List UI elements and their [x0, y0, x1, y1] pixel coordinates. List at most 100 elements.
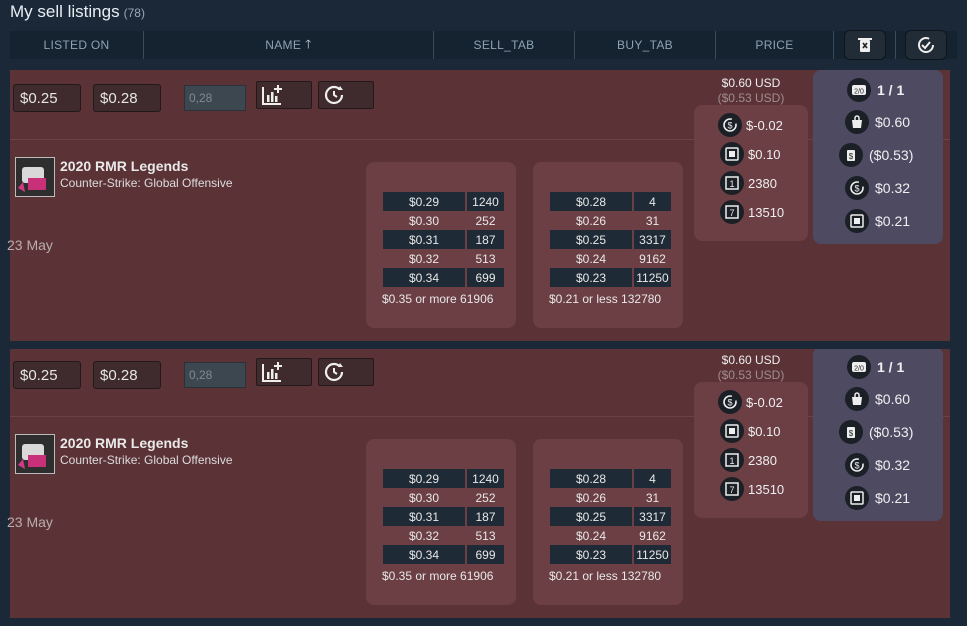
listed-date: 23 May: [7, 514, 53, 530]
price-usd-net: ($0.53 USD): [696, 91, 806, 105]
stat-diff-value: $-0.02: [746, 394, 783, 410]
listing-row: $0.25 $0.28 0,28 Remove 2020 RMR Legends…: [7, 70, 950, 341]
orderbook-quantity: 699: [467, 545, 504, 564]
orderbook-price: $0.32: [408, 251, 440, 266]
price-suggest-high-button[interactable]: $0.28: [93, 361, 161, 389]
orderbook-quantity: 9162: [639, 251, 666, 266]
listed-date-text: 23 May: [7, 237, 53, 253]
summary-min-value: $0.21: [875, 213, 911, 229]
buy-less-text: $0.21 or less 132780: [549, 569, 662, 583]
orderbook-price: $0.25: [550, 507, 632, 526]
orderbook-quantity: 252: [475, 213, 496, 228]
orderbook-quantity: 1240: [467, 192, 504, 211]
summary-diff: $ $0.32: [845, 176, 910, 200]
price-suggest-low-button[interactable]: $0.25: [13, 361, 81, 389]
chart-add-icon: [262, 362, 282, 382]
sell-orderbook: $0.29 1240 $0.30 252 $0.31 187 $0.32 513 $0.34 69…: [366, 439, 516, 605]
listing-row: $0.25 $0.28 0,28 Remove 2020 RMR Legends…: [7, 347, 950, 618]
orderbook-row: $0.34 699: [383, 545, 504, 564]
summary-quantity-value: 1 / 1: [877, 359, 905, 375]
price-input[interactable]: 0,28: [184, 85, 246, 111]
buy-orderbook-table: $0.28 4 $0.26 31 $0.25 3317 $0.24 9162 $0.23 1125…: [548, 469, 673, 564]
item-game: Counter-Strike: Global Offensive: [60, 453, 233, 467]
listing-count: (78): [123, 6, 145, 20]
item-name[interactable]: 2020 RMR Legends: [60, 435, 188, 451]
orderbook-quantity: 3317: [634, 230, 671, 249]
calculator-icon: [720, 142, 744, 166]
item-name[interactable]: 2020 RMR Legends: [60, 158, 188, 174]
orderbook-quantity: 252: [475, 490, 496, 505]
svg-text:1: 1: [729, 179, 734, 189]
price-input-placeholder: 0,28: [189, 368, 213, 382]
price-suggest-low-button[interactable]: $0.25: [13, 84, 81, 112]
sync-check-icon: [918, 37, 934, 53]
svg-text:$: $: [849, 429, 854, 438]
shopping-bag-icon: [845, 387, 869, 411]
stat-fee: $0.10: [720, 142, 781, 166]
item-thumbnail[interactable]: [15, 157, 55, 197]
stat-week-volume: 7 13510: [720, 200, 784, 224]
item-name-text: 2020 RMR Legends: [60, 158, 189, 174]
calendar-7-icon: 7: [720, 200, 744, 224]
orderbook-row: $0.26 31: [550, 211, 671, 230]
sync-dollar-icon: $: [845, 453, 869, 477]
sell-more-text: $0.35 or more 61906: [382, 292, 494, 306]
stat-week-volume-value: 13510: [748, 204, 785, 220]
summary-buyer-pays-value: $0.60: [875, 114, 911, 130]
orderbook-row: $0.31 187: [383, 230, 504, 249]
col-price[interactable]: PRICE: [716, 31, 834, 59]
col-name-label: NAME: [265, 38, 302, 52]
summary-min: $0.21: [845, 209, 910, 233]
summary-diff-value: $0.32: [875, 180, 911, 196]
sync-dollar-icon: $: [718, 390, 742, 414]
price-history-button[interactable]: [256, 81, 312, 109]
orderbook-row: $0.34 699: [383, 268, 504, 287]
price-usd: $0.60 USD: [696, 76, 806, 90]
stat-day-volume: 1 2380: [720, 171, 777, 195]
col-name[interactable]: NAME 🡑: [144, 31, 434, 59]
orderbook-row: $0.24 9162: [550, 526, 671, 545]
orderbook-row: $0.25 3317: [550, 507, 671, 526]
stat-day-volume-value: 2380: [748, 452, 777, 468]
item-thumbnail[interactable]: [15, 434, 55, 474]
relist-button[interactable]: [318, 81, 374, 109]
summary-diff: $ $0.32: [845, 453, 910, 477]
page-title: My sell listings (78): [10, 2, 145, 22]
price-history-button[interactable]: [256, 358, 312, 386]
delete-all-button[interactable]: [843, 30, 886, 60]
svg-text:$: $: [854, 184, 859, 194]
calendar-7-icon: 7: [720, 477, 744, 501]
col-buy-tab[interactable]: BUY_TAB: [575, 31, 716, 59]
sell-orderbook-table: $0.29 1240 $0.30 252 $0.31 187 $0.32 513 $0.34 69…: [381, 192, 506, 287]
orderbook-price: $0.25: [550, 230, 632, 249]
orderbook-row: $0.30 252: [383, 488, 504, 507]
orderbook-row: $0.32 513: [383, 526, 504, 545]
buy-orderbook: $0.28 4 $0.26 31 $0.25 3317 $0.24 9162 $0.23 1125…: [533, 439, 683, 605]
sell-more-summary: $0.35 or more 61906: [382, 569, 493, 583]
item-image: [16, 158, 54, 196]
price-stats-panel: $ $-0.02 $0.10 1 2380 7 13510: [694, 382, 808, 518]
item-image: [16, 435, 54, 473]
price-usd-text: $0.60 USD: [721, 353, 781, 367]
price-suggest-high-button[interactable]: $0.28: [93, 84, 161, 112]
svg-text:7: 7: [729, 208, 734, 218]
svg-text:7: 7: [729, 485, 734, 495]
price-stats-panel: $ $-0.02 $0.10 1 2380 7 13510: [694, 105, 808, 241]
summary-diff-value: $0.32: [875, 457, 911, 473]
col-sell-tab[interactable]: SELL_TAB: [434, 31, 575, 59]
price-usd-text: $0.60 USD: [721, 76, 781, 90]
price-input[interactable]: 0,28: [184, 362, 246, 388]
orderbook-row: $0.31 187: [383, 507, 504, 526]
price-usd: $0.60 USD: [696, 353, 806, 367]
buy-less-text: $0.21 or less 132780: [549, 292, 662, 306]
ticket-icon: 2/0: [847, 355, 871, 379]
stat-week-volume-value: 13510: [748, 481, 785, 497]
orderbook-price: $0.31: [383, 507, 465, 526]
price-suggest-high-label: $0.28: [100, 89, 138, 107]
refresh-all-button[interactable]: [905, 30, 947, 60]
svg-text:2/0: 2/0: [854, 366, 864, 373]
summary-min: $0.21: [845, 486, 910, 510]
orderbook-quantity: 187: [467, 230, 504, 249]
relist-button[interactable]: [318, 358, 374, 386]
col-listed-on[interactable]: LISTED ON: [10, 31, 144, 59]
